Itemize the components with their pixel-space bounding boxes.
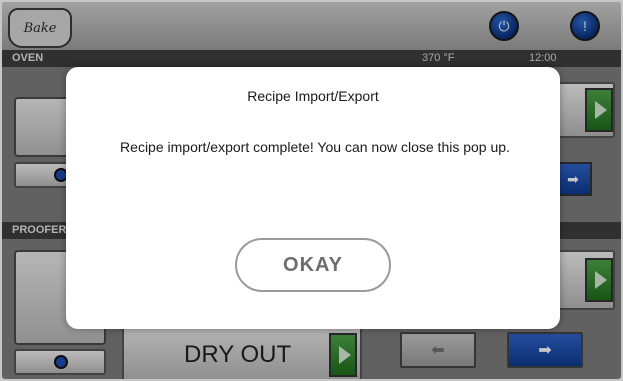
recipe-import-export-dialog: Recipe Import/Export Recipe import/expor… bbox=[66, 67, 560, 329]
screen: Bake ⏻ ! OVEN 370 °F 12:00 ➡ PROOFER DRY… bbox=[0, 0, 623, 381]
dialog-message: Recipe import/export complete! You can n… bbox=[120, 139, 510, 155]
okay-button[interactable]: OKAY bbox=[235, 238, 391, 292]
dialog-title: Recipe Import/Export bbox=[247, 88, 379, 104]
